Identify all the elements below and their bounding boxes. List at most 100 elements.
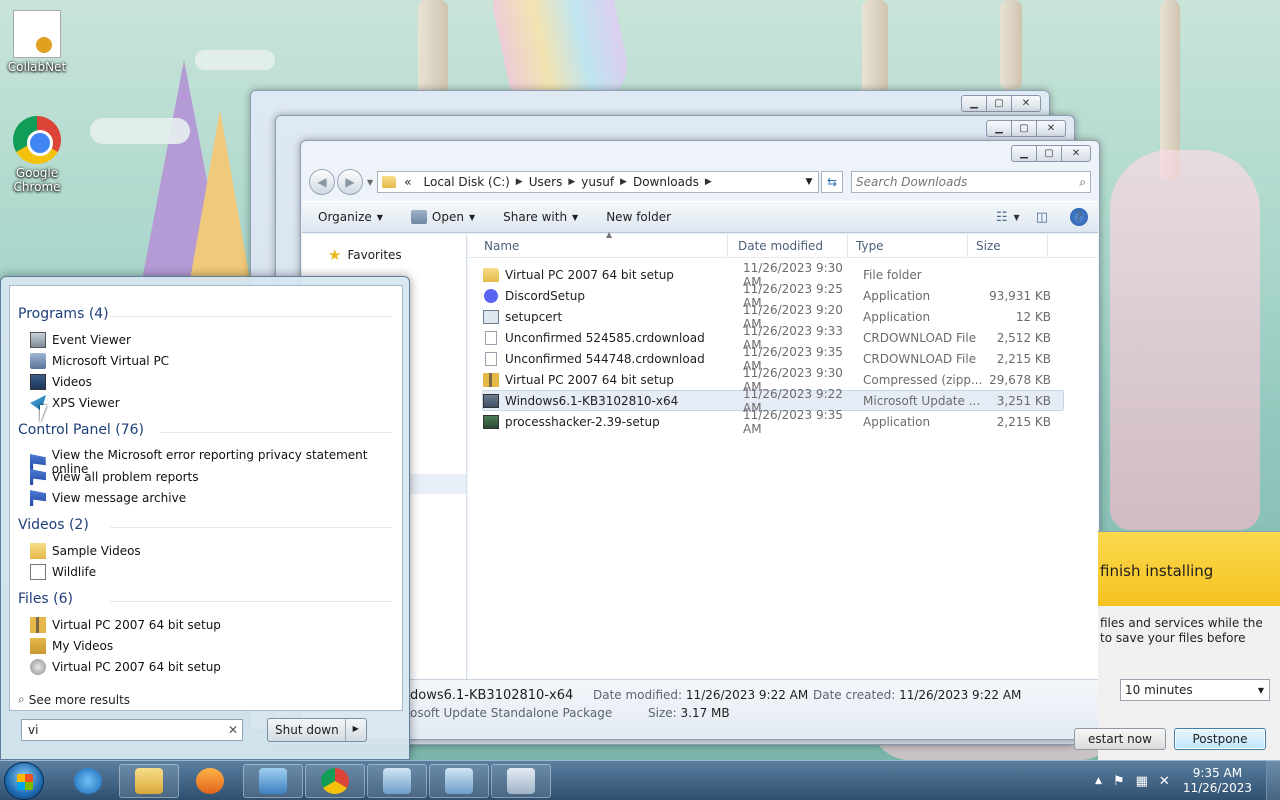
maximize-icon[interactable]: ▢ [986, 95, 1012, 112]
organize-button[interactable]: Organize ▼ [318, 210, 383, 224]
close-icon[interactable]: ✕ [1036, 120, 1066, 137]
minimize-icon[interactable]: ▁ [961, 95, 987, 112]
postpone-button[interactable]: Postpone [1174, 728, 1266, 750]
desktop-icon-collabnet[interactable]: CollabNet [0, 10, 74, 74]
result-item[interactable]: Sample Videos [30, 543, 141, 559]
nav-item-selected[interactable] [410, 474, 466, 494]
shutdown-button[interactable]: Shut down [268, 719, 346, 741]
result-item[interactable]: Virtual PC 2007 64 bit setup [30, 659, 221, 675]
restart-now-button[interactable]: estart now [1074, 728, 1166, 750]
clear-search-icon[interactable]: ✕ [224, 723, 242, 737]
breadcrumb-yusuf[interactable]: yusuf [581, 175, 614, 189]
help-icon[interactable]: ? [1070, 208, 1088, 226]
taskbar-windows-explorer[interactable] [119, 764, 179, 798]
result-item[interactable]: Microsoft Virtual PC [30, 353, 169, 369]
minimize-icon[interactable]: ▁ [986, 120, 1012, 137]
chevron-right-icon[interactable]: ▶ [568, 177, 575, 187]
column-name[interactable]: ▲ Name [468, 230, 728, 257]
chevron-right-icon[interactable]: ▶ [516, 177, 523, 187]
column-size[interactable]: Size [968, 234, 1048, 257]
breadcrumb-overflow[interactable]: « [404, 175, 411, 189]
explorer-window[interactable]: ▁ ▢ ✕ ◀ ▶ ▼ « Local Disk (C:) ▶ Users ▶ … [300, 140, 1100, 740]
file-name: Virtual PC 2007 64 bit setup [505, 372, 674, 387]
column-date-modified[interactable]: Date modified [728, 234, 848, 257]
file-name: Unconfirmed 524585.crdownload [505, 330, 705, 345]
wild-icon [30, 564, 46, 580]
arrow-left-icon: ◀ [317, 175, 327, 189]
taskbar-internet-explorer[interactable] [58, 764, 118, 798]
result-item[interactable]: My Videos [30, 638, 113, 654]
close-icon[interactable]: ✕ [1011, 95, 1041, 112]
forward-button[interactable]: ▶ [337, 169, 363, 195]
result-item[interactable]: Event Viewer [30, 332, 131, 348]
file-size: 93,931 KB [989, 288, 1051, 303]
result-item[interactable]: Virtual PC 2007 64 bit setup [30, 617, 221, 633]
column-type[interactable]: Type [848, 234, 968, 257]
view-details-icon[interactable]: ☷ [996, 210, 1008, 225]
details-date-modified: Date modified: 11/26/2023 9:22 AM [593, 688, 808, 702]
share-with-button[interactable]: Share with ▼ [503, 210, 578, 224]
open-button[interactable]: Open ▼ [410, 210, 475, 224]
search-box[interactable]: ⌕ [851, 171, 1091, 193]
show-desktop-button[interactable] [1266, 761, 1280, 800]
show-hidden-icons-arrow-icon[interactable]: ▲ [1095, 776, 1102, 786]
file-name-cell: setupcert [483, 309, 743, 324]
file-row[interactable]: processhacker-2.39-setup 11/26/2023 9:35 … [482, 408, 1064, 436]
refresh-button[interactable]: ⇆ [821, 171, 843, 193]
result-item-label: Microsoft Virtual PC [52, 354, 170, 368]
file-name-cell: Virtual PC 2007 64 bit setup [483, 267, 743, 282]
taskbar-installer[interactable] [367, 764, 427, 798]
start-button[interactable] [4, 762, 44, 800]
taskbar-google-chrome[interactable] [305, 764, 365, 798]
file-name-cell: Windows6.1-KB3102810-x64 [483, 393, 743, 408]
result-group-header[interactable]: Programs (4) [18, 306, 109, 322]
file-size: 2,215 KB [996, 414, 1051, 429]
clock[interactable]: 9:35 AM 11/26/2023 [1183, 766, 1252, 796]
postpone-interval-select[interactable]: 10 minutes ▼ [1120, 679, 1270, 701]
shutdown-options-arrow-icon[interactable]: ▶ [346, 719, 366, 741]
date-modified-label: Date modified: [593, 688, 683, 702]
taskbar-on-screen-keyboard[interactable] [491, 764, 551, 798]
maximize-icon[interactable]: ▢ [1011, 120, 1037, 137]
result-item[interactable]: Videos [30, 374, 92, 390]
start-search-box[interactable]: vi ✕ [21, 719, 243, 741]
recent-pages-dropdown[interactable]: ▼ [367, 178, 373, 187]
file-type: Application [863, 288, 931, 303]
search-input[interactable] [856, 175, 1080, 189]
breadcrumb-downloads[interactable]: Downloads [633, 175, 699, 189]
arrow-right-icon: ▶ [345, 175, 355, 189]
taskbar-media-player[interactable] [180, 764, 240, 798]
close-button[interactable]: ✕ [1061, 145, 1091, 162]
result-group-header[interactable]: Control Panel (76) [18, 422, 144, 438]
start-search-input[interactable]: vi [28, 723, 38, 737]
new-folder-button[interactable]: New folder [606, 210, 671, 224]
address-dropdown[interactable]: ▼ [800, 177, 818, 187]
chevron-down-icon[interactable]: ▼ [1014, 213, 1020, 222]
breadcrumb-local-disk[interactable]: Local Disk (C:) [424, 175, 510, 189]
minimize-button[interactable]: ▁ [1011, 145, 1037, 162]
search-results-pane: ⌕ See more results Programs (4) Event Vie… [9, 285, 403, 711]
address-bar[interactable]: « Local Disk (C:) ▶ Users ▶ yusuf ▶ Down… [377, 171, 819, 193]
chevron-right-icon[interactable]: ▶ [620, 177, 627, 187]
result-group-header[interactable]: Videos (2) [18, 517, 89, 533]
breadcrumb-users[interactable]: Users [529, 175, 563, 189]
result-item[interactable]: View message archive [30, 490, 186, 506]
network-icon[interactable]: ▦ [1136, 774, 1148, 789]
preview-pane-icon[interactable]: ◫ [1036, 210, 1048, 225]
back-button[interactable]: ◀ [309, 169, 335, 195]
volume-muted-icon[interactable]: ✕ [1159, 774, 1170, 789]
result-group-header[interactable]: Files (6) [18, 591, 73, 607]
nav-item-favorites[interactable]: ★ Favorites [328, 246, 402, 264]
result-item[interactable]: View all problem reports [30, 469, 199, 485]
taskbar-control-panel[interactable] [243, 764, 303, 798]
taskbar-installer-2[interactable] [429, 764, 489, 798]
vid-icon [30, 374, 46, 390]
search-icon[interactable]: ⌕ [1079, 175, 1086, 190]
result-item[interactable]: Wildlife [30, 564, 96, 580]
chevron-right-icon[interactable]: ▶ [705, 177, 712, 187]
maximize-button[interactable]: ▢ [1036, 145, 1062, 162]
column-date-label: Date modified [738, 238, 824, 253]
desktop-icon-google-chrome[interactable]: Google Chrome [0, 116, 74, 194]
action-center-flag-icon[interactable]: ⚑ [1113, 774, 1125, 789]
see-more-results-link[interactable]: ⌕ See more results [18, 692, 130, 707]
